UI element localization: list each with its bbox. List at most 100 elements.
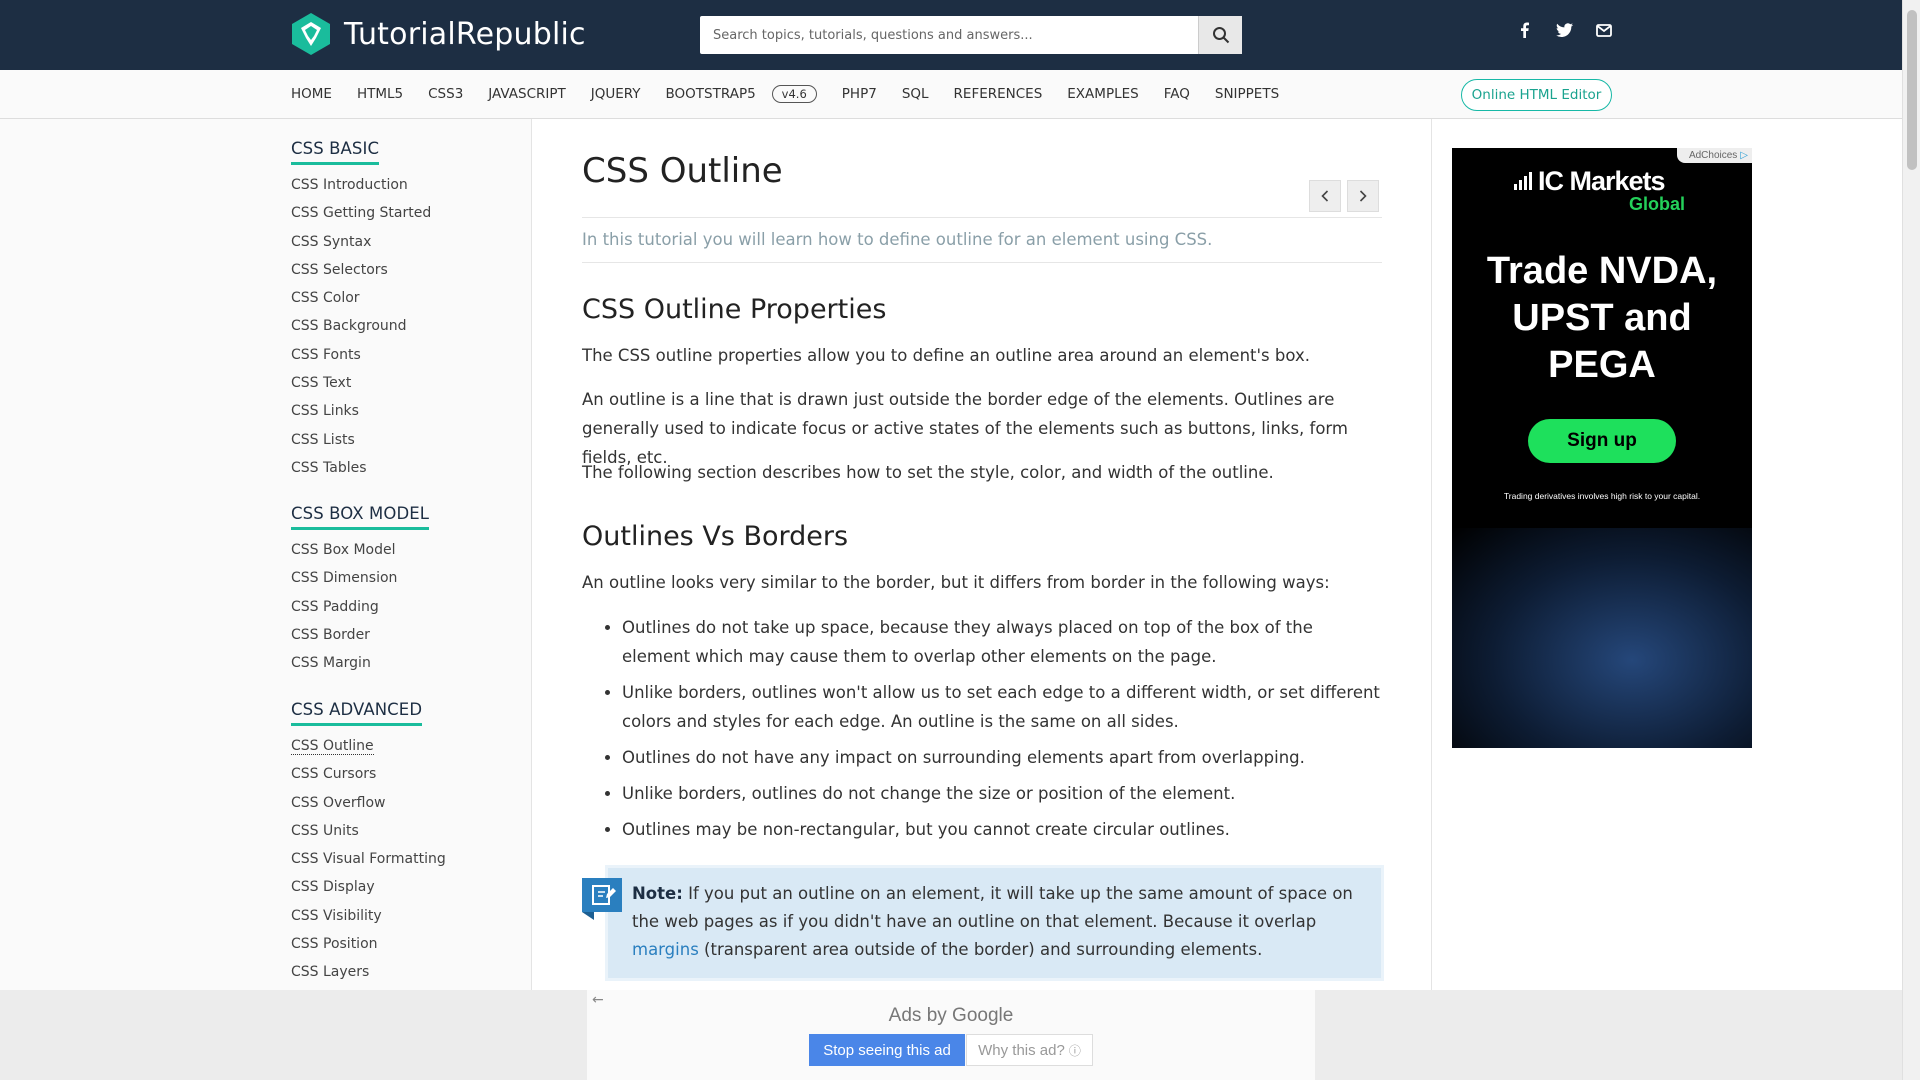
intro-text: In this tutorial you will learn how to d…: [582, 217, 1382, 263]
section-heading-properties: CSS Outline Properties: [582, 294, 887, 325]
why-this-ad-button[interactable]: Why this ad? ⓘ: [966, 1034, 1093, 1066]
mail-icon[interactable]: [1595, 20, 1613, 40]
sidebar-link[interactable]: CSS Background: [291, 316, 431, 344]
paragraph: An outline looks very similar to the bor…: [582, 573, 1330, 592]
sidebar-link[interactable]: CSS Margin: [291, 653, 429, 681]
nav-item-examples[interactable]: EXAMPLES: [1067, 86, 1138, 102]
nav-item-bootstrap[interactable]: BOOTSTRAP5 v4.6: [666, 85, 817, 103]
sidebar-link[interactable]: CSS Box Model: [291, 540, 429, 568]
adchoices-label: AdChoices: [1688, 150, 1738, 161]
sidebar-link[interactable]: CSS Selectors: [291, 260, 431, 288]
brand-name: TutorialRepublic: [344, 16, 586, 52]
nav-item-references[interactable]: REFERENCES: [954, 86, 1043, 102]
ad-disclaimer: Trading derivatives involves high risk t…: [1503, 491, 1701, 501]
list-item: Unlike borders, outlines won't allow us …: [622, 678, 1382, 736]
sidebar-link[interactable]: CSS Visibility: [291, 906, 446, 934]
search-input[interactable]: [700, 16, 1198, 54]
facebook-icon[interactable]: [1515, 20, 1533, 40]
list-item: Outlines do not take up space, because t…: [622, 613, 1382, 671]
sidebar-link-active[interactable]: CSS Outline: [291, 736, 446, 764]
ad-headline-line: PEGA: [1548, 344, 1656, 386]
paragraph: The CSS outline properties allow you to …: [582, 346, 1310, 365]
nav-item-bootstrap-label: BOOTSTRAP5: [665, 86, 756, 102]
sidebar-link[interactable]: CSS Overflow: [291, 793, 446, 821]
sidebar-link[interactable]: CSS Padding: [291, 597, 429, 625]
nav-items: HOME HTML5 CSS3 JAVASCRIPT JQUERY BOOTST…: [291, 70, 1304, 118]
ad-logo-bars-icon: [1514, 172, 1532, 190]
twitter-icon[interactable]: [1555, 20, 1573, 40]
nav-item-php7[interactable]: PHP7: [842, 86, 877, 102]
sidebar-link[interactable]: CSS Introduction: [291, 175, 431, 203]
ad-headline-line: UPST and: [1512, 297, 1692, 339]
note-box: Note: If you put an outline on an elemen…: [605, 865, 1384, 981]
nav-item-css3[interactable]: CSS3: [428, 86, 463, 102]
main-nav: HOME HTML5 CSS3 JAVASCRIPT JQUERY BOOTST…: [0, 70, 1902, 119]
sidebar-link[interactable]: CSS Fonts: [291, 345, 431, 373]
ad-background-image: [1452, 528, 1752, 748]
sidebar-link[interactable]: CSS Display: [291, 877, 446, 905]
sidebar-heading: CSS ADVANCED: [291, 700, 423, 726]
next-page-button[interactable]: [1347, 180, 1379, 212]
sidebar-link[interactable]: CSS Color: [291, 288, 431, 316]
chevron-right-icon: [1359, 190, 1367, 202]
nav-item-javascript[interactable]: JAVASCRIPT: [488, 86, 565, 102]
search-button[interactable]: [1198, 16, 1242, 54]
sidebar-link[interactable]: CSS Tables: [291, 458, 431, 486]
bootstrap-version-badge[interactable]: v4.6: [771, 85, 817, 103]
nav-item-faq[interactable]: FAQ: [1164, 86, 1190, 102]
note-text: If you put an outline on an element, it …: [632, 884, 1353, 931]
nav-item-snippets[interactable]: SNIPPETS: [1215, 86, 1279, 102]
list-item: Unlike borders, outlines do not change t…: [622, 779, 1382, 808]
logo-icon: [292, 13, 330, 55]
ad-brand: IC Markets: [1538, 166, 1666, 196]
chevron-left-icon: [1321, 190, 1329, 202]
paragraph: The following section describes how to s…: [582, 463, 1274, 482]
sidebar-link[interactable]: CSS Getting Started: [291, 203, 431, 231]
sidebar-heading: CSS BOX MODEL: [291, 504, 430, 530]
sidebar-link[interactable]: CSS Border: [291, 625, 429, 653]
sidebar-link[interactable]: CSS Position: [291, 934, 446, 962]
sidebar-section-basic: CSS BASIC CSS Introduction CSS Getting S…: [291, 139, 431, 486]
why-this-ad-label: Why this ad?: [978, 1041, 1065, 1059]
prev-page-button[interactable]: [1309, 180, 1341, 212]
note-icon: [582, 878, 622, 920]
page-title: CSS Outline: [582, 151, 783, 191]
ad-signup-button[interactable]: Sign up: [1528, 419, 1676, 463]
sidebar-link-active-label: CSS Outline: [291, 738, 374, 755]
section-heading-vs: Outlines Vs Borders: [582, 521, 849, 552]
list-item: Outlines may be non-rectangular, but you…: [622, 815, 1382, 844]
nav-item-jquery[interactable]: JQUERY: [591, 86, 641, 102]
sidebar-section-box-model: CSS BOX MODEL CSS Box Model CSS Dimensio…: [291, 504, 430, 681]
sidebar-link[interactable]: CSS Layers: [291, 962, 446, 990]
ad-headline-line: Trade NVDA,: [1486, 250, 1718, 292]
sidebar-link[interactable]: CSS Cursors: [291, 764, 446, 792]
stop-seeing-ad-button[interactable]: Stop seeing this ad: [809, 1034, 965, 1066]
online-editor-button[interactable]: Online HTML Editor: [1461, 79, 1612, 111]
top-header: TutorialRepublic: [0, 0, 1902, 70]
pager: [1309, 180, 1379, 212]
scrollbar-thumb[interactable]: [1907, 10, 1917, 170]
ad-headline: Trade NVDA, UPST and PEGA: [1452, 248, 1752, 389]
sidebar-link[interactable]: CSS Text: [291, 373, 431, 401]
nav-item-html5[interactable]: HTML5: [357, 86, 403, 102]
nav-item-home[interactable]: HOME: [291, 86, 332, 102]
page-scrollbar[interactable]: [1902, 0, 1920, 1080]
sidebar-link[interactable]: CSS Units: [291, 821, 446, 849]
sidebar-link[interactable]: CSS Dimension: [291, 568, 429, 596]
note-label: Note:: [632, 884, 683, 903]
nav-item-sql[interactable]: SQL: [902, 86, 929, 102]
sidebar-link[interactable]: CSS Syntax: [291, 232, 431, 260]
sidebar-link[interactable]: CSS Links: [291, 401, 431, 429]
sidebar-link[interactable]: CSS Visual Formatting: [291, 849, 446, 877]
ad-brand-sub: Global: [1629, 194, 1686, 214]
sidebar-heading: CSS BASIC: [291, 139, 380, 165]
sidebar-link[interactable]: CSS Lists: [291, 430, 431, 458]
search-icon: [1212, 27, 1229, 44]
adchoices-badge[interactable]: AdChoices ▷: [1676, 148, 1752, 163]
sidebar: CSS BASIC CSS Introduction CSS Getting S…: [0, 119, 532, 1079]
search-box: [700, 16, 1242, 54]
site-logo[interactable]: TutorialRepublic: [290, 12, 586, 56]
side-advertisement[interactable]: AdChoices ▷ IC Markets Global Trade NVDA…: [1452, 148, 1752, 748]
margins-link[interactable]: margins: [632, 940, 699, 959]
ads-by-google: Ads by Google: [888, 1005, 1014, 1026]
